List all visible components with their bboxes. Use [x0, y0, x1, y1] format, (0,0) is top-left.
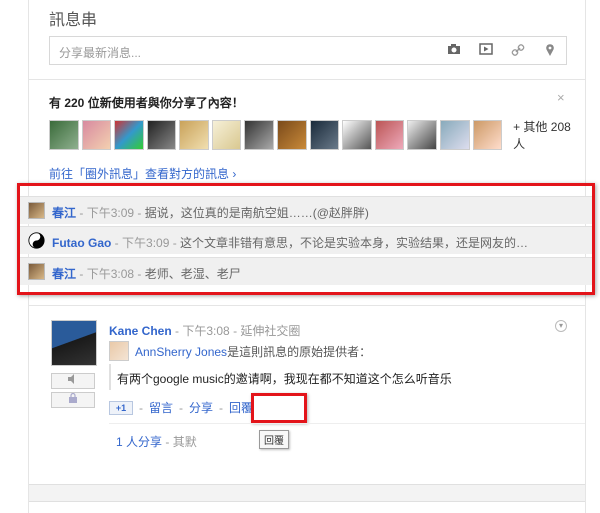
- camera-icon[interactable]: [446, 43, 462, 59]
- avatar[interactable]: [81, 120, 112, 150]
- avatar[interactable]: [439, 120, 470, 150]
- avatar[interactable]: [109, 341, 129, 361]
- avatar[interactable]: [114, 120, 144, 150]
- avatar[interactable]: [374, 120, 405, 150]
- share-input[interactable]: 分享最新消息...: [49, 36, 567, 65]
- separator: -: [179, 400, 184, 415]
- lock-icon: [69, 392, 77, 403]
- reply-link[interactable]: 回覆: [229, 399, 253, 416]
- separator: -: [165, 435, 173, 449]
- avatar[interactable]: [179, 120, 209, 150]
- comment-row[interactable]: 春江 - 下午3:09 - 据说，这位真的是南航空姐……(@赵胖胖): [20, 196, 592, 224]
- stream-title: 訊息串: [49, 12, 98, 29]
- separator: -: [111, 236, 123, 250]
- share-attach-icons: [446, 43, 558, 59]
- avatar[interactable]: [244, 120, 275, 150]
- separator: -: [134, 267, 145, 281]
- separator: -: [134, 206, 145, 220]
- divider: [29, 79, 585, 80]
- avatar[interactable]: [472, 120, 503, 150]
- comment-author[interactable]: 春江: [52, 267, 76, 281]
- comment-author[interactable]: Futao Gao: [52, 236, 111, 250]
- chevron-down-icon[interactable]: ▾: [555, 320, 567, 332]
- video-icon[interactable]: [478, 43, 494, 59]
- close-icon[interactable]: ×: [557, 90, 565, 105]
- share-placeholder: 分享最新消息...: [59, 46, 142, 60]
- share-link[interactable]: 分享: [189, 399, 213, 416]
- avatar[interactable]: [342, 120, 372, 150]
- comment-row[interactable]: Futao Gao - 下午3:09 - 这个文章非错有意思，不论是实验本身，实…: [20, 226, 592, 254]
- separator: -: [169, 236, 181, 250]
- speaker-icon: [68, 374, 74, 384]
- separator: -: [76, 206, 87, 220]
- shares-suffix: 其默: [172, 435, 197, 449]
- block-button[interactable]: [51, 392, 95, 408]
- post-content: 有两个google music的邀请啊，我现在都不知道这个怎么听音乐: [117, 372, 452, 386]
- avatar[interactable]: [49, 120, 79, 150]
- avatar[interactable]: [28, 202, 45, 219]
- avatar[interactable]: [277, 120, 307, 150]
- post-author[interactable]: Kane Chen: [109, 324, 172, 338]
- comment-time[interactable]: 下午3:09: [87, 206, 134, 220]
- avatar[interactable]: [309, 120, 340, 150]
- comment-author[interactable]: 春江: [52, 206, 76, 220]
- separator: -: [76, 267, 87, 281]
- avatar[interactable]: [51, 320, 97, 366]
- orig-author[interactable]: AnnSherry Jones: [135, 345, 227, 359]
- avatar[interactable]: [146, 120, 177, 150]
- shares-line: 1 人分享 - 其默: [116, 433, 197, 450]
- yin-yang-avatar[interactable]: [28, 232, 45, 249]
- mute-button[interactable]: [51, 373, 95, 389]
- avatar-strip: + 其他 208 人: [49, 118, 585, 152]
- comment-text: 据说，这位真的是南航空姐……(@赵胖胖): [144, 206, 369, 220]
- shares-count-link[interactable]: 1 人分享: [116, 435, 162, 449]
- location-pin-icon[interactable]: [542, 43, 558, 59]
- divider: [29, 305, 585, 306]
- comment-text: 老师、老湿、老尸: [144, 267, 241, 281]
- incoming-stream-link[interactable]: 前往「圈外訊息」查看對方的訊息 ›: [49, 165, 236, 182]
- post-time[interactable]: 下午3:08: [182, 324, 229, 338]
- avatar[interactable]: [211, 120, 242, 150]
- orig-suffix: 是這則訊息的原始提供者：: [227, 344, 372, 359]
- reply-tooltip: 回覆: [259, 430, 289, 449]
- avatar[interactable]: [407, 120, 437, 150]
- others-count[interactable]: + 其他 208 人: [513, 118, 585, 152]
- post-actions: +1 - 留言 - 分享 - 回覆: [109, 399, 253, 416]
- plus-one-button[interactable]: +1: [109, 400, 133, 415]
- highlight-box-reply: [251, 393, 307, 423]
- separator: -: [219, 400, 224, 415]
- comment-link[interactable]: 留言: [149, 399, 173, 416]
- divider: [109, 423, 585, 424]
- comment-text: 这个文章非错有意思，不论是实验本身，实验结果，还是网友的…: [180, 236, 529, 250]
- post-circle[interactable]: 延伸社交圈: [240, 324, 300, 338]
- new-users-notice: 有 220 位新使用者與你分享了內容！: [49, 96, 244, 110]
- stream-column: 訊息串 分享最新消息... 有 220 位新使用者與你分享了內容！ × + 其他…: [17, 0, 595, 513]
- link-icon[interactable]: [510, 43, 526, 59]
- original-sharer: AnnSherry Jones是這則訊息的原始提供者：: [109, 341, 371, 361]
- avatar[interactable]: [28, 263, 45, 280]
- comment-row[interactable]: 春江 - 下午3:08 - 老师、老湿、老尸: [20, 257, 592, 285]
- next-post-bar: [29, 484, 585, 502]
- post-header: Kane Chen - 下午3:08 - 延伸社交圈: [109, 322, 300, 339]
- separator: -: [139, 400, 143, 415]
- comment-time[interactable]: 下午3:08: [87, 267, 134, 281]
- comment-time[interactable]: 下午3:09: [122, 236, 169, 250]
